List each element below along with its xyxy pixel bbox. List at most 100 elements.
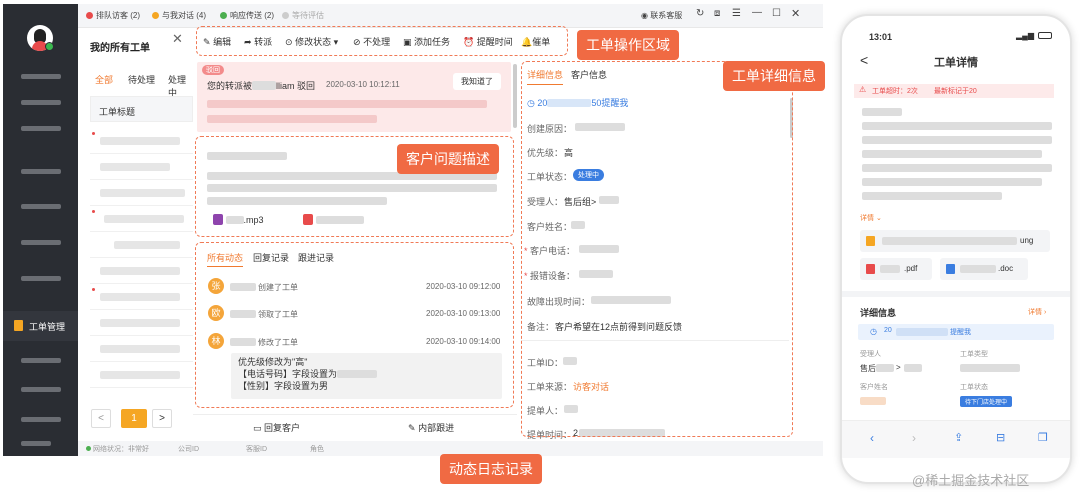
phone-bottom-bar: ‹ › ⇪ ⊟ ❐	[842, 420, 1070, 458]
table-row[interactable]	[90, 154, 193, 180]
annotation-toolbar-box	[196, 26, 568, 56]
battery-icon	[1038, 32, 1052, 39]
phone-assignee-label: 受理人	[860, 351, 881, 358]
sidebar-item[interactable]	[21, 204, 61, 209]
close-panel-icon[interactable]: ✕	[172, 31, 183, 47]
share-icon[interactable]: ⇪	[954, 431, 963, 444]
menu-icon[interactable]: ☰	[732, 8, 741, 19]
pdf-file-icon	[866, 264, 875, 274]
layout-icon[interactable]: ⧈	[714, 8, 720, 19]
sidebar-active-label: 工单管理	[29, 322, 66, 332]
phone-attachment-doc[interactable]: .doc	[940, 258, 1028, 280]
acknowledge-button[interactable]: 我知道了	[453, 73, 501, 90]
sidebar-item[interactable]	[21, 358, 61, 363]
annotation-toolbar-label: 工单操作区域	[577, 30, 679, 60]
scrollbar[interactable]	[513, 64, 517, 128]
phone-section-link[interactable]: 详情 ›	[1028, 307, 1046, 317]
tab-label: 等待评估	[292, 11, 324, 20]
filter-pending[interactable]: 待处理	[128, 73, 155, 86]
ticket-icon	[14, 320, 23, 331]
tab-transfers[interactable]: 响应传送 (2)	[220, 10, 274, 21]
annotation-log-box	[195, 242, 514, 408]
sidebar: 工单管理	[3, 4, 78, 456]
reject-time: 2020-03-10 10:12:11	[326, 80, 400, 89]
tab-my-chats[interactable]: 与我对话 (4)	[152, 10, 206, 21]
online-badge-icon	[45, 42, 54, 51]
phone-status-label: 工单状态	[960, 384, 988, 391]
table-row[interactable]	[90, 362, 193, 388]
sidebar-item[interactable]	[21, 441, 51, 446]
tab-dot-icon	[86, 12, 93, 19]
table-row[interactable]	[90, 284, 193, 310]
divider	[842, 291, 1070, 297]
reject-text-prefix: 您的转派被	[207, 81, 253, 91]
reply-actions: ▭ 回复客户 ✎ 内部跟进	[193, 414, 517, 436]
reject-notice: 驳回 您的转派被 lliam 驳回 2020-03-10 10:12:11 我知道…	[197, 62, 511, 132]
sidebar-item[interactable]	[21, 74, 61, 79]
image-file-name: ung	[1020, 236, 1034, 245]
chevron-down-icon: ⌄	[875, 215, 882, 222]
close-icon[interactable]: ✕	[791, 7, 800, 20]
tab-pending-eval[interactable]: 等待评估	[282, 10, 324, 21]
reject-text: 您的转派被 lliam 驳回	[207, 79, 315, 92]
contact-support-button[interactable]: ◉ 联系客服	[641, 10, 682, 21]
phone-assignee-suffix: >	[896, 363, 901, 372]
network-dot-icon	[86, 446, 91, 451]
internal-follow-button[interactable]: ✎ 内部跟进	[408, 421, 454, 434]
back-icon[interactable]: <	[860, 52, 868, 68]
sidebar-item[interactable]	[21, 100, 61, 105]
image-file-icon	[866, 236, 875, 246]
refresh-icon[interactable]: ↻	[696, 8, 704, 19]
phone-reminder-text: 提醒我	[950, 329, 971, 336]
column-title: 工单标题	[99, 107, 136, 117]
reply-customer-button[interactable]: ▭ 回复客户	[253, 421, 300, 434]
next-page-button[interactable]: >	[152, 409, 172, 428]
sidebar-item[interactable]	[21, 169, 61, 174]
sidebar-item[interactable]	[21, 240, 61, 245]
tab-label: 与我对话 (4)	[162, 11, 206, 20]
table-row[interactable]	[90, 128, 193, 154]
tab-dot-icon	[282, 12, 289, 19]
table-row[interactable]	[90, 258, 193, 284]
filter-all[interactable]: 全部	[95, 73, 113, 86]
browser-back-icon[interactable]: ‹	[870, 431, 874, 445]
phone-attachment-image[interactable]: ung	[860, 230, 1050, 252]
phone-mockup: 13:01 ▂▄▆ < 工单详情 ⚠ 工单超时：2次 最新标记于20 详情 ⌄ …	[840, 14, 1072, 484]
alert-prefix: 工单超时：2次	[872, 88, 918, 95]
browser-forward-icon[interactable]: ›	[912, 431, 916, 445]
sidebar-item[interactable]	[21, 126, 61, 131]
reject-badge: 驳回	[202, 65, 224, 75]
annotation-detail-label: 工单详细信息	[723, 61, 825, 91]
clock-icon: ◷	[870, 327, 877, 336]
phone-detail-link[interactable]: 详情 ⌄	[860, 213, 882, 223]
maximize-icon[interactable]: ☐	[772, 8, 781, 19]
annotation-problem-label: 客户问题描述	[397, 144, 499, 174]
sidebar-item-ticket-management[interactable]: 工单管理	[3, 311, 78, 341]
prev-page-button[interactable]: <	[91, 409, 111, 428]
phone-section-link-label: 详情	[1028, 309, 1042, 316]
tabs-icon[interactable]: ❐	[1038, 431, 1048, 444]
phone-clock: 13:01	[869, 32, 893, 42]
table-row[interactable]	[90, 206, 193, 232]
phone-reminder[interactable]: ◷ 20 提醒我	[858, 324, 1054, 340]
phone-attachment-pdf[interactable]: .pdf	[860, 258, 932, 280]
page-current[interactable]: 1	[121, 409, 147, 428]
phone-type-label: 工单类型	[960, 351, 988, 358]
doc-file-icon	[946, 264, 955, 274]
phone-assignee-value: 售后	[860, 364, 876, 373]
sidebar-item[interactable]	[21, 276, 61, 281]
tab-label: 响应传送 (2)	[230, 11, 274, 20]
minimize-icon[interactable]: —	[752, 7, 762, 18]
sidebar-item[interactable]	[21, 387, 61, 392]
bookmarks-icon[interactable]: ⊟	[996, 431, 1005, 444]
table-row[interactable]	[90, 180, 193, 206]
table-row[interactable]	[90, 310, 193, 336]
ticket-list-panel: 我的所有工单 ✕ 全部 待处理 处理中 工单标题 < 1 >	[78, 28, 193, 456]
tab-queue[interactable]: 排队访客 (2)	[86, 10, 140, 21]
table-row[interactable]	[90, 232, 193, 258]
table-row[interactable]	[90, 336, 193, 362]
phone-title: 工单详情	[934, 57, 978, 69]
sidebar-item[interactable]	[21, 417, 61, 422]
chat-icon: ▭	[253, 423, 262, 433]
phone-detail-label: 详情	[860, 215, 874, 222]
